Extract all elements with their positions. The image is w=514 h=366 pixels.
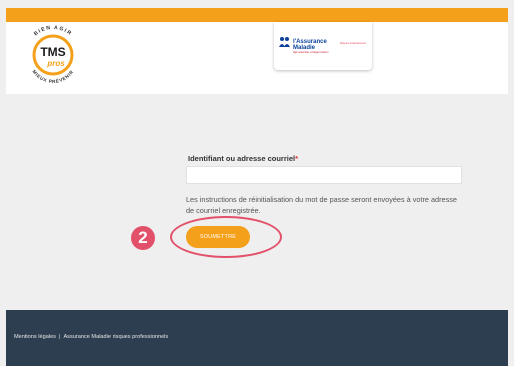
brand-tagline: Agir ensemble, protéger chacun — [293, 51, 329, 54]
identifier-label-text: Identifiant ou adresse courriel — [188, 154, 296, 163]
top-accent-bar — [6, 8, 508, 22]
identifier-input[interactable] — [186, 166, 462, 184]
assurance-maladie-card[interactable]: l'Assurance Maladie Agir ensemble, proté… — [274, 22, 372, 70]
legal-notice-link[interactable]: Mentions légales — [14, 334, 56, 340]
step-number-badge: 2 — [131, 226, 155, 250]
page: l'Assurance Maladie Agir ensemble, proté… — [0, 0, 514, 366]
assurance-maladie-people-icon — [279, 37, 290, 47]
logo-sub-text: pros — [46, 59, 65, 68]
reset-password-section: Identifiant ou adresse courriel* Les ins… — [6, 94, 508, 310]
identifier-label: Identifiant ou adresse courriel* — [188, 154, 298, 163]
footer-links: Mentions légales | Assurance Maladie risqu… — [14, 334, 168, 340]
required-mark: * — [295, 154, 299, 163]
assurance-maladie-link[interactable]: Assurance Maladie risques professionnels — [63, 334, 168, 340]
reset-help-text: Les instructions de réinitialisation du … — [186, 195, 457, 215]
footer: Mentions légales | Assurance Maladie risqu… — [6, 310, 508, 366]
tms-pros-logo[interactable]: BIEN AGIR MIEUX PRÉVENIR TMS pros — [20, 22, 86, 88]
submit-button[interactable]: SOUMETTRE — [186, 226, 250, 248]
assurance-maladie-logo: l'Assurance Maladie Agir ensemble, proté… — [293, 39, 347, 54]
logo-main-text: TMS — [40, 45, 65, 59]
risques-professionnels-label: Risques professionnels — [340, 42, 366, 45]
